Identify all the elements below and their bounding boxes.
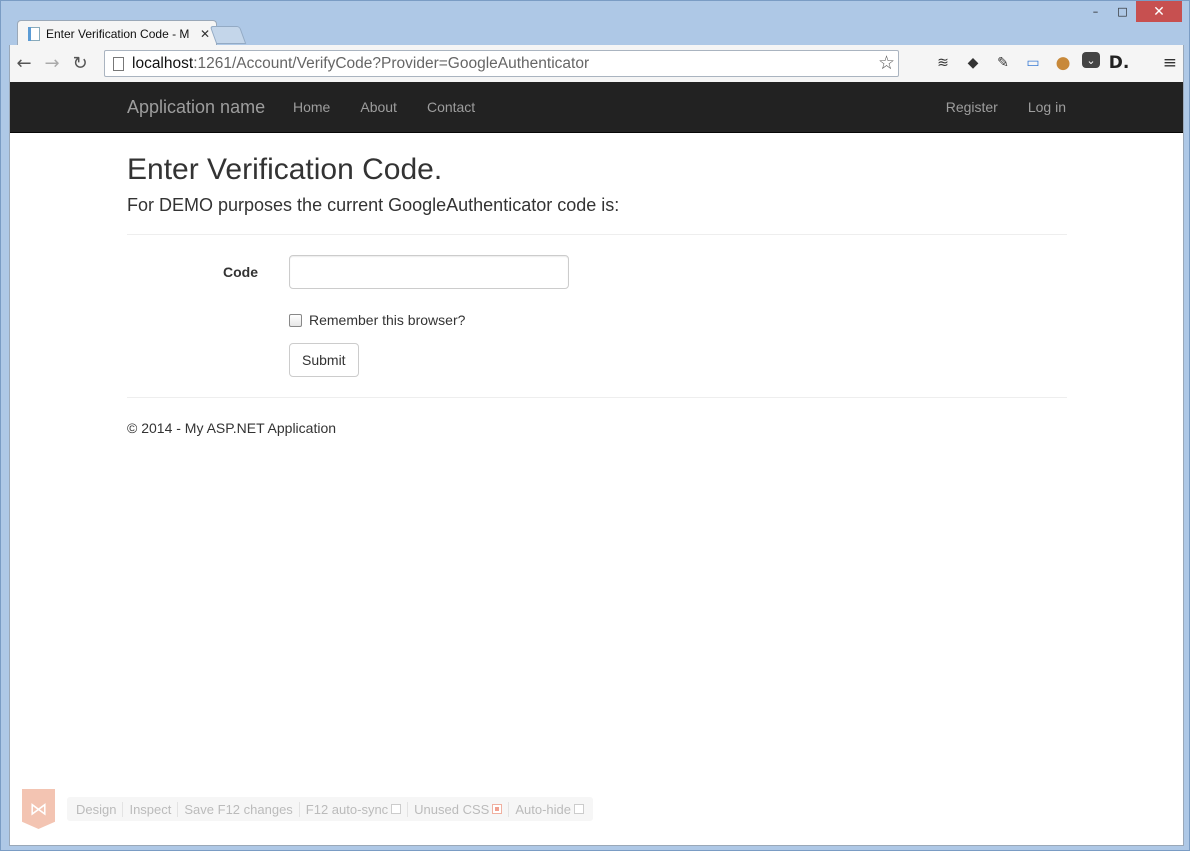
footer: © 2014 - My ASP.NET Application [127, 418, 1067, 438]
bookmark-star-icon[interactable]: ☆ [878, 52, 895, 74]
feedly-icon[interactable]: ◆ [962, 52, 984, 74]
visual-studio-icon[interactable]: ⋈ [22, 789, 55, 829]
buffer-icon[interactable]: ≋ [932, 52, 954, 74]
bl-design-label: Design [76, 801, 117, 817]
divider [127, 234, 1067, 235]
extension-icons: ≋ ◆ ✎ ▭ ● ⌄ D. [902, 52, 1130, 74]
bl-design-button[interactable]: Design [70, 801, 124, 817]
navbar-links: Home About Contact [278, 99, 490, 115]
windows-logo-icon[interactable] [902, 52, 924, 74]
page-icon [113, 56, 124, 71]
navbar-brand[interactable]: Application name [127, 97, 265, 118]
remember-label[interactable]: Remember this browser? [309, 312, 465, 328]
footer-divider [127, 397, 1067, 398]
tab-strip: Enter Verification Code - M ✕ [9, 18, 1129, 46]
bl-f12-autosync-label: F12 auto-sync [305, 801, 389, 817]
tab-title: Enter Verification Code - M [46, 26, 190, 41]
remember-group: Remember this browser? [127, 311, 1067, 331]
evernote-icon[interactable]: ✎ [992, 52, 1014, 74]
browser-tab[interactable]: Enter Verification Code - M ✕ [17, 20, 217, 46]
submit-group: Submit [127, 343, 1067, 377]
forward-button[interactable]: → [38, 50, 66, 78]
browser-menu-icon[interactable]: ≡ [1163, 53, 1177, 73]
close-window-button[interactable]: ✕ [1136, 1, 1182, 22]
bl-autohide-label: Auto-hide [515, 801, 571, 817]
tab-close-icon[interactable]: ✕ [200, 27, 210, 41]
back-button[interactable]: ← [10, 50, 38, 78]
navbar-right-links: Register Log in [931, 99, 1081, 115]
bl-save-f12-button[interactable]: Save F12 changes [178, 801, 300, 817]
remember-checkbox[interactable] [289, 314, 302, 327]
bl-save-f12-label: Save F12 changes [184, 801, 293, 817]
back-arrow-icon: ← [16, 53, 32, 74]
nav-link-home[interactable]: Home [278, 99, 345, 115]
submit-button[interactable]: Submit [289, 343, 359, 377]
browser-toolbar: ← → ↻ localhost:1261/Account/VerifyCode?… [9, 45, 1184, 82]
main-container: Enter Verification Code. For DEMO purpos… [127, 133, 1067, 438]
reload-button[interactable]: ↻ [66, 50, 94, 78]
bl-unused-css-checkbox[interactable] [492, 804, 503, 814]
footer-copyright: © 2014 - My ASP.NET Application [127, 420, 337, 436]
code-label: Code [223, 264, 258, 280]
code-form-group: Code [127, 255, 1067, 289]
browser-window: – □ ✕ Enter Verification Code - M ✕ ← → … [0, 0, 1190, 851]
nav-link-contact[interactable]: Contact [412, 99, 490, 115]
reload-icon: ↻ [72, 53, 88, 74]
browser-link-bar: ⋈ Design Inspect Save F12 changes F12 au… [22, 789, 593, 829]
nav-link-login[interactable]: Log in [1013, 99, 1081, 115]
bl-inspect-label: Inspect [129, 801, 172, 817]
bl-f12-autosync-toggle[interactable]: F12 auto-sync [300, 801, 409, 817]
screenshot-icon[interactable]: ▭ [1022, 52, 1044, 74]
url-host: localhost [132, 54, 194, 72]
bl-inspect-button[interactable]: Inspect [123, 801, 179, 817]
cookie-icon[interactable]: ● [1052, 52, 1074, 74]
nav-link-about[interactable]: About [345, 99, 412, 115]
bl-unused-css-label: Unused CSS [414, 801, 490, 817]
page-favicon-icon [28, 26, 40, 41]
nav-link-register[interactable]: Register [931, 99, 1013, 115]
page-viewport: Application name Home About Contact Regi… [9, 82, 1184, 846]
page-title: Enter Verification Code. [127, 153, 443, 186]
url-path: :1261/Account/VerifyCode?Provider=Google… [193, 54, 590, 72]
pocket-icon[interactable]: ⌄ [1082, 52, 1100, 68]
browser-link-tools: Design Inspect Save F12 changes F12 auto… [67, 797, 593, 821]
bl-autohide-toggle[interactable]: Auto-hide [509, 802, 590, 817]
bl-f12-autosync-checkbox[interactable] [391, 804, 402, 814]
bl-unused-css-toggle[interactable]: Unused CSS [408, 801, 510, 817]
site-navbar: Application name Home About Contact Regi… [10, 82, 1183, 133]
d-logo-icon[interactable]: D. [1108, 52, 1130, 74]
page-subtitle: For DEMO purposes the current GoogleAuth… [127, 195, 620, 215]
bl-autohide-checkbox[interactable] [573, 804, 584, 814]
code-input[interactable] [289, 255, 569, 289]
new-tab-button[interactable] [209, 26, 247, 44]
address-bar[interactable]: localhost:1261/Account/VerifyCode?Provid… [104, 50, 899, 77]
forward-arrow-icon: → [44, 53, 60, 74]
